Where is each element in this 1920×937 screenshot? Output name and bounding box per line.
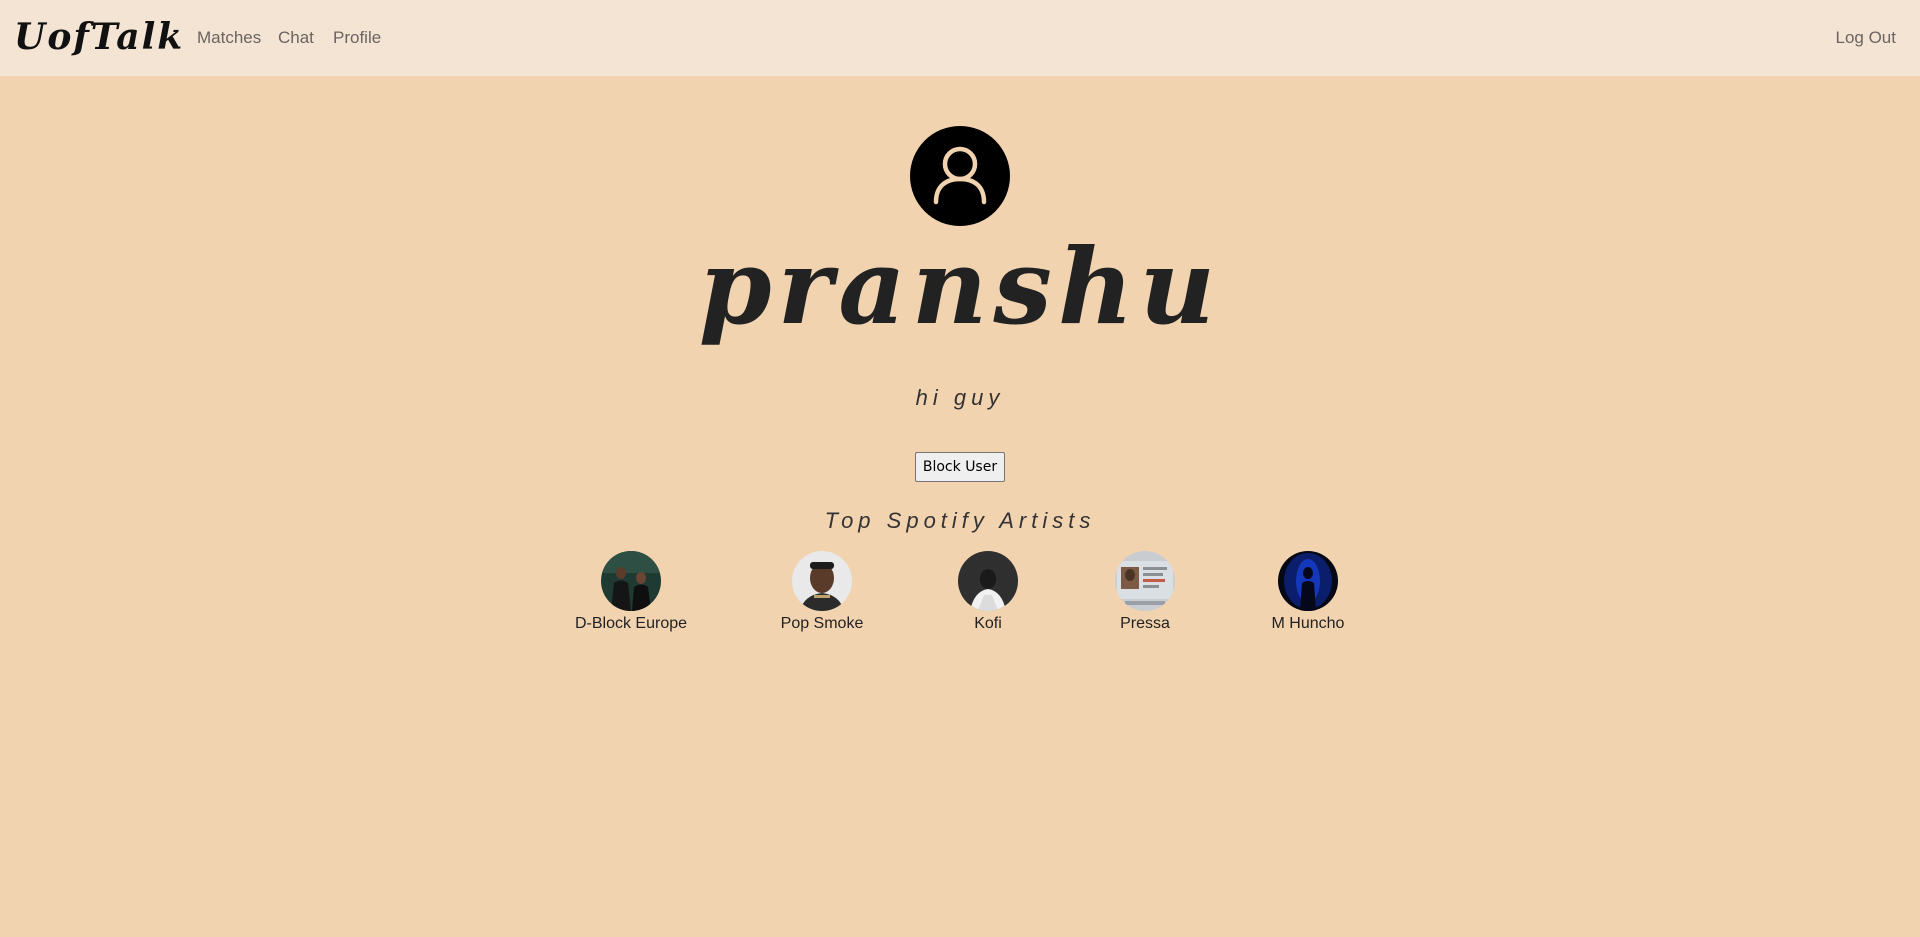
user-icon bbox=[933, 146, 987, 205]
artist-name: Pressa bbox=[1120, 615, 1170, 632]
nav-link-matches[interactable]: Matches bbox=[197, 26, 261, 50]
block-user-button[interactable]: Block User bbox=[915, 452, 1005, 482]
artist-item[interactable]: D-Block Europe bbox=[551, 551, 711, 635]
top-artists-heading: Top Spotify Artists bbox=[824, 508, 1096, 533]
artist-image bbox=[1115, 551, 1175, 611]
top-navbar: UofTalk Matches Chat Profile Log Out bbox=[0, 0, 1920, 76]
artist-item[interactable]: Pressa bbox=[1065, 551, 1225, 635]
logout-link[interactable]: Log Out bbox=[1836, 26, 1897, 50]
avatar bbox=[910, 126, 1010, 226]
nav-link-profile[interactable]: Profile bbox=[333, 26, 381, 50]
artist-image bbox=[601, 551, 661, 611]
artist-name: M Huncho bbox=[1271, 615, 1345, 632]
artist-item[interactable]: M Huncho bbox=[1228, 551, 1388, 635]
artist-name: Pop Smoke bbox=[780, 615, 864, 632]
artist-name: Kofi bbox=[974, 615, 1002, 632]
artist-item[interactable]: Pop Smoke bbox=[742, 551, 902, 635]
artist-image bbox=[792, 551, 852, 611]
nav-link-chat[interactable]: Chat bbox=[278, 26, 314, 50]
artist-name: D-Block Europe bbox=[574, 615, 688, 632]
profile-bio: hi guy bbox=[915, 385, 1005, 410]
profile-username: pranshu bbox=[698, 225, 1222, 348]
artist-item[interactable]: Kofi bbox=[908, 551, 1068, 635]
artist-image bbox=[958, 551, 1018, 611]
brand-logo[interactable]: UofTalk bbox=[14, 14, 184, 60]
artist-image bbox=[1278, 551, 1338, 611]
